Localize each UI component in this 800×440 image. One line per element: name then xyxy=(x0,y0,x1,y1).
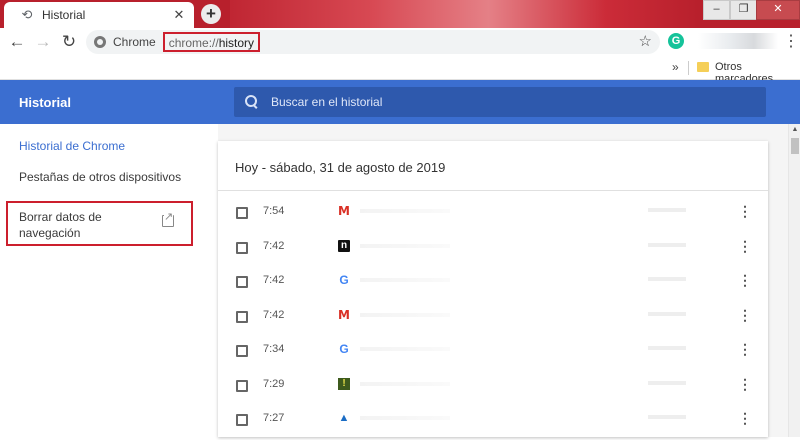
grammarly-extension-icon[interactable]: G xyxy=(668,33,684,49)
entry-title-redacted[interactable] xyxy=(360,209,450,213)
gmail-icon: M xyxy=(338,204,350,218)
entry-more-actions-icon[interactable]: ⋮ xyxy=(738,270,752,290)
scroll-up-arrow-icon[interactable]: ▲ xyxy=(789,124,800,136)
history-entry-row[interactable]: 7:27 ▲ ⋮ xyxy=(218,406,768,440)
title-bar-background xyxy=(230,0,700,28)
google-icon: G xyxy=(339,342,349,356)
chrome-page-icon xyxy=(94,36,106,48)
open-in-new-icon xyxy=(162,212,174,227)
page-title: Historial xyxy=(19,95,72,110)
close-window-button[interactable]: ✕ xyxy=(756,0,800,20)
gmail-icon: M xyxy=(338,307,350,322)
tab-historial[interactable]: ⟲ Historial ✕ xyxy=(4,2,194,28)
history-entry-row[interactable]: 7:29! ⋮ xyxy=(218,372,768,406)
entry-title-redacted[interactable] xyxy=(360,347,450,351)
search-icon xyxy=(245,95,259,109)
sidebar-item-chrome-history[interactable]: Historial de Chrome xyxy=(19,139,125,153)
card-divider xyxy=(218,190,768,191)
url-scheme: chrome:// xyxy=(168,36,219,50)
entry-domain-redacted xyxy=(648,242,686,247)
entry-title-redacted[interactable] xyxy=(360,381,450,386)
history-search-bar[interactable] xyxy=(234,87,766,117)
history-entry-row[interactable]: 7:42 M ⋮ xyxy=(218,303,768,337)
forward-button[interactable]: → xyxy=(30,29,56,55)
entry-checkbox[interactable] xyxy=(236,276,248,288)
entry-time: 7:29 xyxy=(263,377,285,390)
history-icon: ⟲ xyxy=(21,7,33,22)
entry-time: 7:27 xyxy=(263,412,285,424)
minimize-button[interactable]: – xyxy=(703,0,730,20)
page-scrollbar[interactable]: ▲ xyxy=(788,124,800,437)
entry-checkbox[interactable] xyxy=(236,207,248,219)
history-card: Hoy - sábado, 31 de agosto de 2019 7:54 M… xyxy=(218,141,768,437)
google-icon: G xyxy=(339,273,349,287)
reload-button[interactable]: ↻ xyxy=(56,29,82,55)
history-entry-row[interactable]: 7:42 G ⋮ xyxy=(218,268,768,302)
address-bar[interactable]: Chrome chrome://history ☆ xyxy=(86,30,660,54)
entry-domain-redacted xyxy=(648,277,686,281)
bookmarks-bar: » Otros marcadores xyxy=(0,56,800,85)
clear-browsing-data-label: Borrar datos de navegación xyxy=(19,210,102,240)
entry-time: 7:34 xyxy=(263,343,285,355)
url-path: history xyxy=(218,36,255,50)
url-text[interactable]: chrome://history xyxy=(162,32,260,52)
entry-time: 7:42 xyxy=(263,274,285,286)
entry-more-actions-icon[interactable]: ⋮ xyxy=(738,201,752,221)
day-header: Hoy - sábado, 31 de agosto de 2019 xyxy=(235,160,446,175)
entry-title-redacted[interactable] xyxy=(360,312,450,317)
tab-title: Historial xyxy=(42,8,86,22)
entry-time: 7:42 xyxy=(263,308,285,321)
entry-checkbox[interactable] xyxy=(236,345,248,357)
entry-domain-redacted xyxy=(648,311,686,316)
clear-browsing-data-link[interactable]: Borrar datos de navegación xyxy=(6,201,193,246)
page-chip: Chrome xyxy=(113,35,156,49)
warning-site-icon: ! xyxy=(338,377,350,390)
entry-domain-redacted xyxy=(648,208,686,212)
entry-domain-redacted xyxy=(648,380,686,385)
entry-domain-redacted xyxy=(648,415,686,419)
entry-title-redacted[interactable] xyxy=(360,416,450,420)
entry-title-redacted[interactable] xyxy=(360,243,450,248)
sidebar-item-other-devices[interactable]: Pestañas de otros dispositivos xyxy=(19,170,181,184)
chrome-menu-icon[interactable]: ⋮ xyxy=(783,30,799,54)
entry-domain-redacted xyxy=(648,346,686,350)
back-button[interactable]: ← xyxy=(4,29,30,55)
scroll-thumb[interactable] xyxy=(791,138,799,154)
entry-more-actions-icon[interactable]: ⋮ xyxy=(738,374,752,394)
history-search-input[interactable] xyxy=(271,95,741,109)
bookmarks-separator xyxy=(688,61,689,75)
close-tab-icon[interactable]: ✕ xyxy=(172,7,186,23)
history-entry-row[interactable]: 7:54 M ⋮ xyxy=(218,199,768,233)
entry-more-actions-icon[interactable]: ⋮ xyxy=(738,408,752,428)
maximize-button[interactable]: ❐ xyxy=(730,0,757,20)
entry-more-actions-icon[interactable]: ⋮ xyxy=(738,305,752,325)
entry-time: 7:54 xyxy=(263,205,285,217)
profile-area[interactable] xyxy=(698,33,778,49)
history-header: Historial xyxy=(0,80,800,124)
entry-more-actions-icon[interactable]: ⋮ xyxy=(738,339,752,359)
history-sidebar: Historial de Chrome Pestañas de otros di… xyxy=(0,124,218,437)
folder-icon xyxy=(697,62,709,72)
entry-checkbox[interactable] xyxy=(236,414,248,426)
history-entry-row[interactable]: 7:34 G ⋮ xyxy=(218,337,768,371)
entry-title-redacted[interactable] xyxy=(360,278,450,282)
entry-time: 7:42 xyxy=(263,239,285,252)
entry-checkbox[interactable] xyxy=(236,310,248,323)
entry-checkbox[interactable] xyxy=(236,379,248,392)
n-site-icon: n xyxy=(338,239,350,252)
new-tab-button[interactable]: + xyxy=(201,4,221,24)
entry-more-actions-icon[interactable]: ⋮ xyxy=(738,236,752,256)
bookmarks-overflow-button[interactable]: » xyxy=(672,60,679,74)
history-entry-row[interactable]: 7:42 n ⋮ xyxy=(218,234,768,268)
bookmark-star-icon[interactable]: ☆ xyxy=(639,32,652,50)
entry-checkbox[interactable] xyxy=(236,241,248,254)
mountain-site-icon: ▲ xyxy=(338,412,350,424)
